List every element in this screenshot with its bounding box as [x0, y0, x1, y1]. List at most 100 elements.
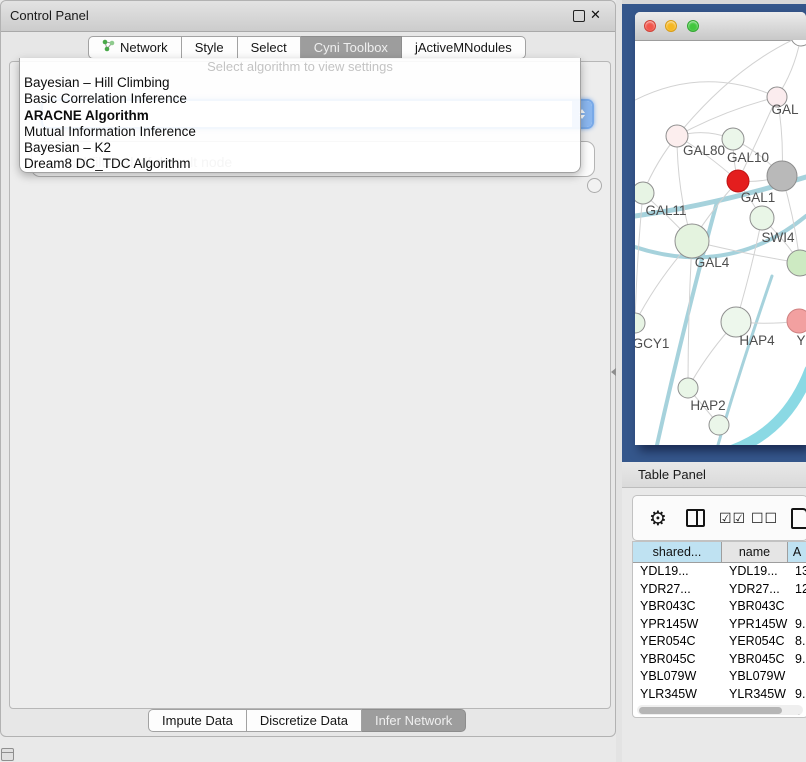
network-edge [635, 193, 643, 323]
tab-cyni-toolbox[interactable]: Cyni Toolbox [301, 36, 402, 59]
control-panel-window: Control Panel ✕ Network Style Select Cyni T… [0, 0, 616, 737]
table-cell: YBR045C [633, 651, 722, 669]
table-horizontal-scrollbar[interactable] [637, 705, 803, 715]
network-node[interactable] [767, 161, 797, 191]
network-icon [102, 37, 115, 58]
tab-label: Discretize Data [260, 710, 348, 731]
minimize-traffic-light-icon[interactable] [665, 20, 677, 32]
minimized-panel-icon[interactable] [1, 748, 14, 761]
help-icon[interactable] [587, 178, 602, 193]
node-label: GAL80 [683, 143, 725, 158]
table-header: shared...nameA [633, 542, 806, 563]
scrollbar-thumb[interactable] [639, 707, 782, 714]
panel-title: Control Panel [10, 8, 89, 23]
table-row[interactable]: YER054CYER054C8. [633, 633, 806, 651]
right-pane: GALGAL80GAL10GAL1GAL11SWI4GAL4GCY1HAP4YH… [616, 0, 806, 762]
float-window-icon[interactable] [573, 10, 585, 22]
node-label: GAL1 [741, 190, 776, 205]
network-canvas[interactable]: GALGAL80GAL10GAL1GAL11SWI4GAL4GCY1HAP4YH… [635, 40, 806, 445]
zoom-traffic-light-icon[interactable] [687, 20, 699, 32]
network-canvas-svg: GALGAL80GAL10GAL1GAL11SWI4GAL4GCY1HAP4YH… [635, 40, 806, 445]
table-body: YDL19...YDL19...13YDR27...YDR27...12YBR0… [633, 563, 806, 718]
splitter-collapse-icon[interactable] [611, 368, 616, 376]
network-node-swi4[interactable] [750, 206, 774, 230]
table-cell: YDL19... [633, 563, 722, 581]
network-desktop: GALGAL80GAL10GAL1GAL11SWI4GAL4GCY1HAP4YH… [622, 0, 806, 462]
tab-label: Select [251, 37, 287, 58]
dropdown-item[interactable]: Basic Correlation Inference [20, 91, 580, 107]
network-window-titlebar[interactable] [635, 12, 806, 41]
dropdown-item[interactable]: Bayesian – Hill Climbing [20, 75, 580, 91]
table-row[interactable]: YDR27...YDR27...12 [633, 581, 806, 599]
table-cell: YBL079W [722, 668, 788, 686]
node-label: GCY1 [635, 336, 669, 351]
column-header-shared...[interactable]: shared... [633, 542, 722, 563]
network-node-gal11[interactable] [635, 182, 654, 204]
node-label: GAL4 [695, 255, 730, 270]
dropdown-item[interactable]: Mutual Information Inference [20, 124, 580, 140]
network-node-gal10[interactable] [722, 128, 744, 150]
tab-impute-data[interactable]: Impute Data [148, 709, 247, 732]
table-cell [788, 668, 806, 686]
node-label: GAL11 [645, 203, 686, 218]
deselect-all-rows-icon[interactable]: ☐☐ [751, 496, 778, 540]
network-view-window[interactable]: GALGAL80GAL10GAL1GAL11SWI4GAL4GCY1HAP4YH… [635, 12, 806, 445]
tab-discretize-data[interactable]: Discretize Data [247, 709, 362, 732]
node-label: GAL [771, 102, 799, 117]
table-cell: 9. [788, 686, 806, 704]
table-row[interactable]: YBL079WYBL079W [633, 668, 806, 686]
table-cell: YDR27... [722, 581, 788, 599]
dropdown-item[interactable]: Dream8 DC_TDC Algorithm [20, 156, 580, 172]
table-row[interactable]: YBR045CYBR045C9. [633, 651, 806, 669]
network-node-gal1[interactable] [727, 170, 749, 192]
table-cell: YBL079W [633, 668, 722, 686]
control-panel-titlebar: Control Panel ✕ [1, 1, 615, 32]
network-node-y[interactable] [787, 309, 806, 333]
close-icon[interactable]: ✕ [590, 7, 601, 23]
close-traffic-light-icon[interactable] [644, 20, 656, 32]
network-node[interactable] [709, 415, 729, 435]
select-all-rows-icon[interactable]: ☑☑ [719, 496, 746, 540]
settings-gear-icon[interactable]: ⚙ [649, 496, 668, 540]
network-node-hap2[interactable] [678, 378, 698, 398]
split-columns-icon[interactable] [686, 496, 705, 540]
dropdown-item[interactable]: ARACNE Algorithm [20, 108, 580, 124]
tab-label: Cyni Toolbox [314, 37, 388, 58]
tab-label: Infer Network [375, 710, 452, 731]
table-cell: 13 [788, 563, 806, 581]
table-row[interactable]: YBR043CYBR043C [633, 598, 806, 616]
table-cell: YDR27... [633, 581, 722, 599]
network-node-gcy1[interactable] [635, 313, 645, 333]
tab-label: Style [195, 37, 224, 58]
node-label: HAP2 [690, 398, 725, 413]
table-cell: 12 [788, 581, 806, 599]
top-tab-bar: Network Style Select Cyni Toolbox jActiveMNo… [88, 36, 526, 59]
column-header-name[interactable]: name [722, 542, 788, 563]
table-cell: YLR345W [633, 686, 722, 704]
tab-label: Network [120, 37, 168, 58]
table-cell: YBR043C [722, 598, 788, 616]
tab-jactivemnodules[interactable]: jActiveMNodules [402, 36, 526, 59]
algorithm-dropdown-popup: Select algorithm to view settings Bayesi… [19, 58, 581, 173]
network-node-gal4[interactable] [675, 224, 709, 258]
table-cell: 9. [788, 616, 806, 634]
table-row[interactable]: YLR345WYLR345W9. [633, 686, 806, 704]
new-table-icon[interactable] [791, 496, 806, 540]
network-node[interactable] [787, 250, 806, 276]
table-row[interactable]: YPR145WYPR145W9. [633, 616, 806, 634]
table-row[interactable]: YDL19...YDL19...13 [633, 563, 806, 581]
table-cell: YBR043C [633, 598, 722, 616]
table-panel: Table Panel ⚙ ☑☑☐☐ shared...nameA YDL19..… [622, 462, 806, 762]
network-node[interactable] [791, 40, 806, 46]
dropdown-item[interactable]: Bayesian – K2 [20, 140, 580, 156]
network-edge [733, 370, 806, 445]
column-header-A[interactable]: A [788, 542, 806, 563]
network-edge [736, 218, 762, 322]
tab-network[interactable]: Network [88, 36, 182, 59]
dropdown-placeholder: Select algorithm to view settings [20, 58, 580, 75]
tab-style[interactable]: Style [182, 36, 238, 59]
table-panel-titlebar: Table Panel [622, 462, 806, 488]
tab-select[interactable]: Select [238, 36, 301, 59]
tab-infer-network[interactable]: Infer Network [362, 709, 466, 732]
node-label: SWI4 [761, 230, 794, 245]
